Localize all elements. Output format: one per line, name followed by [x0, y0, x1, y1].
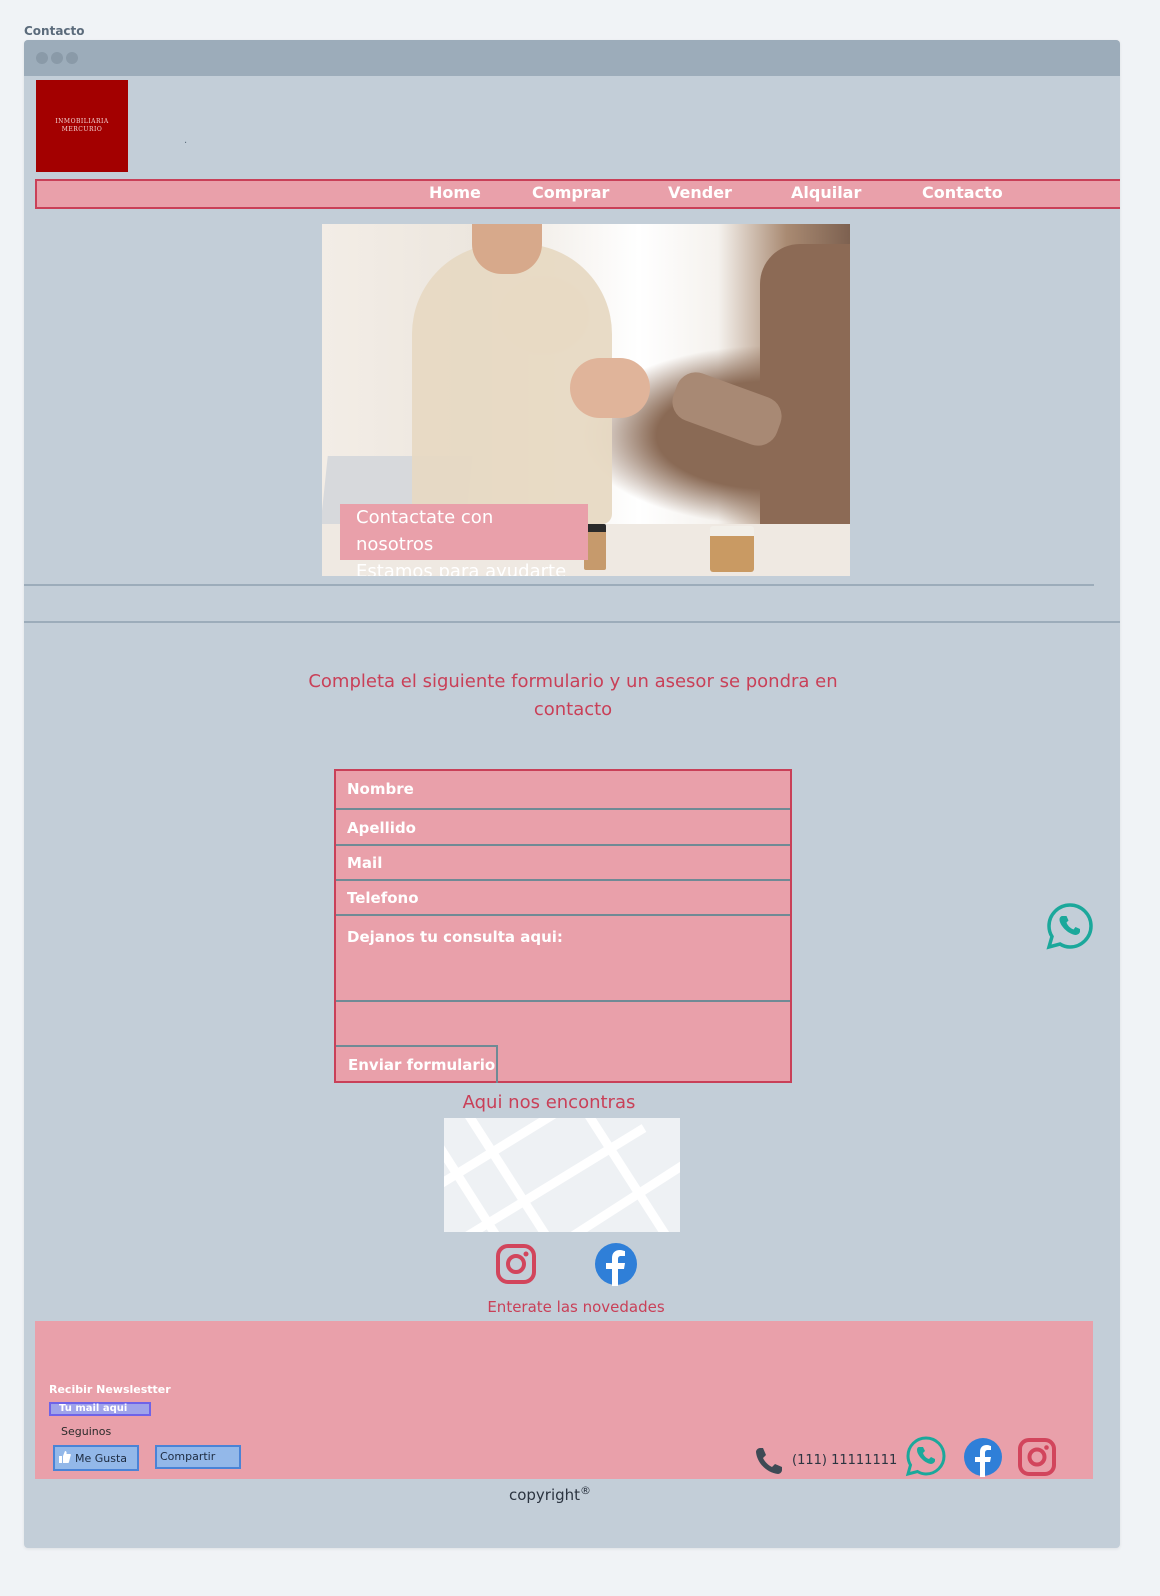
window-dot-maximize[interactable] — [66, 52, 78, 64]
page-label: Contacto — [24, 24, 85, 38]
phone-icon — [756, 1448, 782, 1474]
footer: Recibir Newslestter Tu mail aqui Seguino… — [35, 1321, 1093, 1479]
logo-line2: MERCURIO — [61, 126, 103, 133]
apellido-field[interactable]: Apellido — [336, 810, 790, 846]
submit-button[interactable]: Enviar formulario — [336, 1045, 498, 1083]
facebook-icon[interactable] — [963, 1437, 1003, 1477]
whatsapp-icon[interactable] — [1046, 902, 1094, 950]
hero-cup-light — [710, 526, 754, 572]
telefono-field[interactable]: Telefono — [336, 881, 790, 916]
form-intro: Completa el siguiente formulario y un as… — [308, 671, 838, 720]
navbar: Home Comprar Vender Alquilar Contacto — [35, 179, 1120, 209]
divider — [24, 621, 1120, 623]
hero-caption-line2: Estamos para ayudarte — [356, 561, 567, 576]
hero-caption: Contactate con nosotros Estamos para ayu… — [340, 504, 588, 576]
browser-window: INMOBILIARIA MERCURIO · Home Comprar Ven… — [24, 40, 1120, 1548]
contact-form: Nombre Apellido Mail Telefono Dejanos tu… — [334, 769, 792, 1083]
nav-alquilar[interactable]: Alquilar — [791, 183, 861, 202]
window-dot-close[interactable] — [36, 52, 48, 64]
facebook-icon[interactable] — [594, 1242, 638, 1286]
window-dot-minimize[interactable] — [51, 52, 63, 64]
copyright: copyright® — [460, 1484, 640, 1504]
copyright-text: copyright — [508, 1486, 581, 1504]
hero-image: Contactate con nosotros Estamos para ayu… — [322, 224, 850, 576]
like-label: Me Gusta — [75, 1452, 128, 1465]
nombre-field[interactable]: Nombre — [336, 771, 790, 810]
newsletter-email-input[interactable]: Tu mail aqui — [49, 1402, 151, 1416]
hero-head-left — [472, 224, 542, 274]
logo-line1: INMOBILIARIA — [55, 118, 109, 125]
map-title: Aqui nos encontras — [462, 1092, 636, 1113]
nav-vender[interactable]: Vender — [668, 183, 732, 202]
like-button[interactable]: Me Gusta — [53, 1445, 139, 1471]
nav-home[interactable]: Home — [429, 183, 481, 202]
map[interactable] — [444, 1118, 680, 1232]
mail-field[interactable]: Mail — [336, 846, 790, 881]
follow-label: Seguinos — [61, 1425, 112, 1438]
consulta-textarea[interactable]: Dejanos tu consulta aqui: — [336, 916, 790, 1002]
phone-number: (111) 11111111 — [792, 1453, 898, 1468]
instagram-icon[interactable] — [1017, 1437, 1057, 1477]
share-button[interactable]: Compartir — [155, 1445, 241, 1469]
whatsapp-icon[interactable] — [905, 1435, 947, 1477]
nav-contacto[interactable]: Contacto — [922, 183, 1003, 202]
nav-comprar[interactable]: Comprar — [532, 183, 609, 202]
instagram-icon[interactable] — [494, 1242, 538, 1286]
newsletter-label: Recibir Newslestter — [49, 1383, 171, 1396]
logo[interactable]: INMOBILIARIA MERCURIO — [36, 80, 128, 172]
hero-handshake — [570, 358, 650, 418]
divider — [24, 584, 1094, 586]
map-streets — [444, 1118, 680, 1232]
registered-mark: ® — [580, 1484, 592, 1497]
thumbs-up-icon — [59, 1451, 71, 1463]
header-dot: · — [184, 138, 188, 149]
newsletter-title: Enterate las novedades — [487, 1298, 665, 1316]
hero-caption-line1: Contactate con nosotros — [356, 507, 494, 555]
window-titlebar — [24, 40, 1120, 76]
